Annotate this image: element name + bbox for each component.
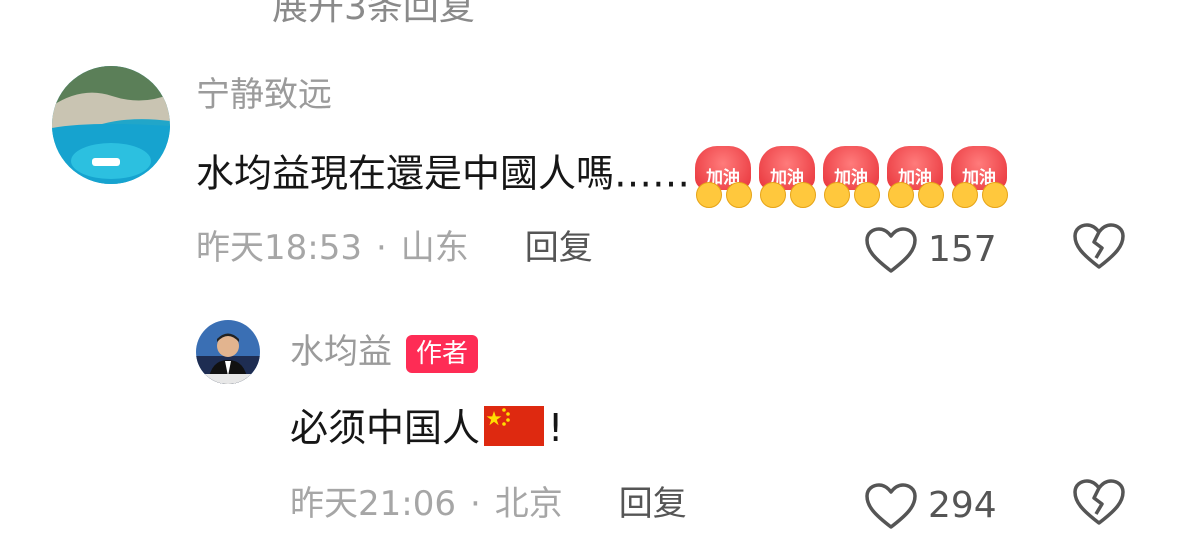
reply-button[interactable]: 回复: [525, 228, 593, 268]
dislike-button[interactable]: [1072, 478, 1126, 530]
comment-time: 昨天18:53: [196, 228, 362, 268]
like-count: 294: [928, 485, 997, 526]
dislike-button[interactable]: [1072, 222, 1126, 274]
heart-icon: [865, 227, 917, 273]
reply-text-suffix: !: [548, 406, 564, 450]
comment-text: 水均益現在還是中國人嗎…… 加油 加油 加油 加油 加油: [196, 146, 1010, 208]
cheer-emoji-group: 加油 加油 加油 加油 加油: [690, 146, 1010, 208]
cheer-emoji-icon: 加油: [756, 146, 818, 208]
author-badge: 作者: [406, 334, 479, 373]
china-flag-icon: [484, 406, 545, 455]
reply-button[interactable]: 回复: [619, 484, 687, 524]
avatar-image: [196, 320, 260, 384]
broken-heart-icon: [1073, 223, 1125, 269]
like-count: 157: [928, 229, 997, 270]
reply-meta: 昨天21:06 · 北京 回复: [290, 484, 687, 524]
avatar[interactable]: [52, 66, 170, 184]
reply-username[interactable]: 水均益: [290, 332, 392, 372]
comment-username[interactable]: 宁静致远: [196, 75, 332, 115]
reply-avatar[interactable]: [196, 320, 260, 384]
reply-time: 昨天21:06: [290, 484, 456, 524]
heart-icon: [865, 483, 917, 529]
reply-text-body: 必须中国人: [290, 406, 481, 450]
comment-meta: 昨天18:53 · 山东 回复: [196, 228, 593, 268]
cheer-emoji-icon: 加油: [692, 146, 754, 208]
expand-replies-link[interactable]: 展开3条回复: [272, 0, 475, 30]
comment-text-body: 水均益現在還是中國人嗎……: [196, 151, 691, 196]
reply-location: 北京: [494, 484, 563, 524]
reply-username-row: 水均益 作者: [290, 332, 479, 373]
like-button[interactable]: 294: [864, 482, 997, 530]
cheer-emoji-icon: 加油: [884, 146, 946, 208]
like-button[interactable]: 157: [864, 226, 997, 274]
broken-heart-icon: [1073, 479, 1125, 525]
meta-separator: ·: [375, 228, 387, 268]
cheer-emoji-icon: 加油: [820, 146, 882, 208]
reply-text: 必须中国人!: [290, 406, 563, 455]
cheer-emoji-icon: 加油: [948, 146, 1010, 208]
avatar-image: [52, 66, 170, 184]
meta-separator: ·: [469, 484, 481, 524]
comment-location: 山东: [400, 228, 469, 268]
